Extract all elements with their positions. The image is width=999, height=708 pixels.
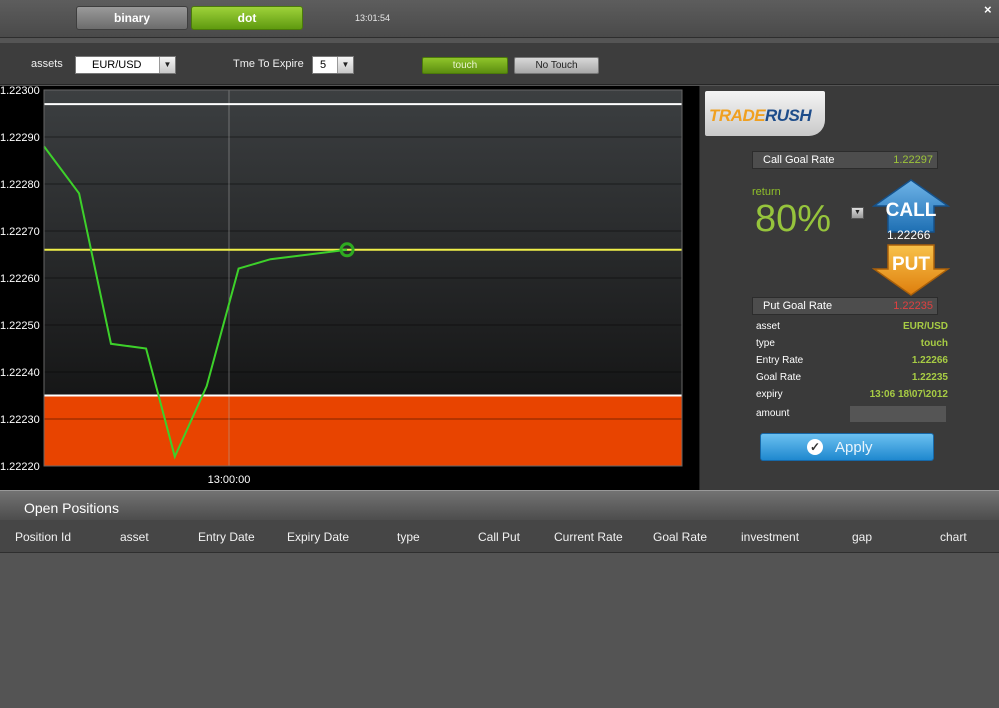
info-row-expiry: expiry 13:06 18\07\2012 [756,389,948,403]
column-header[interactable]: Goal Rate [653,530,707,544]
y-tick-label: 1.22280 [0,179,40,191]
expire-select[interactable]: 5 ▼ [312,56,354,74]
y-tick-label: 1.22250 [0,320,40,332]
options-bar: assets EUR/USD ▼ Tme To Expire 5 ▼ touch… [0,39,999,85]
rate-chart[interactable]: 1.22300 1.22290 1.22280 1.22270 1.22260 1.222… [0,86,699,490]
chart-svg: 1.22300 1.22290 1.22280 1.22270 1.22260 1.222… [0,86,683,486]
info-key: Goal Rate [756,372,802,383]
y-tick-label: 1.22260 [0,273,40,285]
amount-label: amount [756,408,790,419]
apply-button[interactable]: ✓ Apply [760,433,934,461]
divider [0,39,999,43]
info-value: 13:06 18\07\2012 [869,389,948,400]
positions-columns: Position Id asset Entry Date Expiry Date… [0,520,999,553]
touch-button[interactable]: touch [422,57,508,74]
amount-input[interactable] [849,405,947,423]
return-label: return [752,186,781,198]
return-value: 80% [755,198,832,240]
column-header[interactable]: Entry Date [198,530,255,544]
asset-select-value: EUR/USD [92,59,142,71]
traderush-logo: TRADE RUSH [705,91,825,136]
call-goal-label: Call Goal Rate [763,154,835,166]
logo-text-trade: TRADE [709,106,766,125]
top-bar: binary dot 13:01:54 × [0,0,999,38]
check-icon: ✓ [807,439,823,455]
info-key: type [756,338,775,349]
info-value: touch [920,338,948,349]
x-tick-label: 13:00:00 [208,474,251,486]
call-goal-value: 1.22297 [893,154,933,166]
put-button[interactable]: PUT [872,243,950,297]
expire-label: Tme To Expire [233,58,304,70]
open-positions-title: Open Positions [24,500,119,516]
call-label: CALL [886,200,937,221]
info-row-entry-rate: Entry Rate 1.22266 [756,355,948,369]
assets-label: assets [31,58,63,70]
call-goal-rate: Call Goal Rate 1.22297 [752,151,938,169]
info-key: Entry Rate [756,355,804,366]
info-key: expiry [756,389,783,400]
tab-dot[interactable]: dot [191,6,303,30]
info-value: 1.22266 [911,355,948,366]
put-goal-label: Put Goal Rate [763,300,833,312]
chevron-down-icon[interactable]: ▼ [159,57,175,73]
close-icon[interactable]: × [984,2,992,17]
asset-select[interactable]: EUR/USD ▼ [75,56,176,74]
y-tick-label: 1.22230 [0,414,40,426]
y-tick-label: 1.22300 [0,86,40,97]
put-label: PUT [892,254,930,275]
column-header[interactable]: asset [120,530,149,544]
column-header[interactable]: Current Rate [554,530,623,544]
call-button[interactable]: CALL [872,178,950,234]
info-row-type: type touch [756,338,948,352]
column-header[interactable]: investment [741,530,799,544]
info-key: asset [756,321,780,332]
logo-text-rush: RUSH [765,106,812,125]
return-dropdown-icon[interactable]: ▼ [851,207,864,219]
server-clock: 13:01:54 [355,13,391,23]
put-goal-rate: Put Goal Rate 1.22235 [752,297,938,315]
expire-select-value: 5 [320,59,327,71]
info-row-amount: amount [756,408,846,422]
column-header[interactable]: type [397,530,420,544]
trading-app: binary dot 13:01:54 × assets EUR/USD ▼ T… [0,0,999,708]
info-row-asset: asset EUR/USD [756,321,948,335]
info-row-goal-rate: Goal Rate 1.22235 [756,372,948,386]
column-header[interactable]: Expiry Date [287,530,349,544]
column-header[interactable]: Position Id [15,530,71,544]
put-zone [44,395,682,466]
info-value: 1.22235 [911,372,948,383]
chevron-down-icon[interactable]: ▼ [337,57,353,73]
trade-panel: TRADE RUSH Call Goal Rate 1.22297 return… [699,86,999,490]
apply-label: Apply [835,439,873,456]
y-tick-label: 1.22220 [0,461,40,473]
tab-binary[interactable]: binary [76,6,188,30]
positions-list [0,553,999,708]
y-tick-label: 1.22240 [0,367,40,379]
no-touch-button[interactable]: No Touch [514,57,599,74]
y-tick-label: 1.22290 [0,132,40,144]
column-header[interactable]: gap [852,530,872,544]
column-header[interactable]: Call Put [478,530,520,544]
open-positions-header: Open Positions [0,490,999,520]
column-header[interactable]: chart [940,530,967,544]
put-goal-value: 1.22235 [893,300,933,312]
info-value: EUR/USD [902,321,948,332]
y-tick-label: 1.22270 [0,226,40,238]
current-rate: 1.22266 [887,228,931,242]
